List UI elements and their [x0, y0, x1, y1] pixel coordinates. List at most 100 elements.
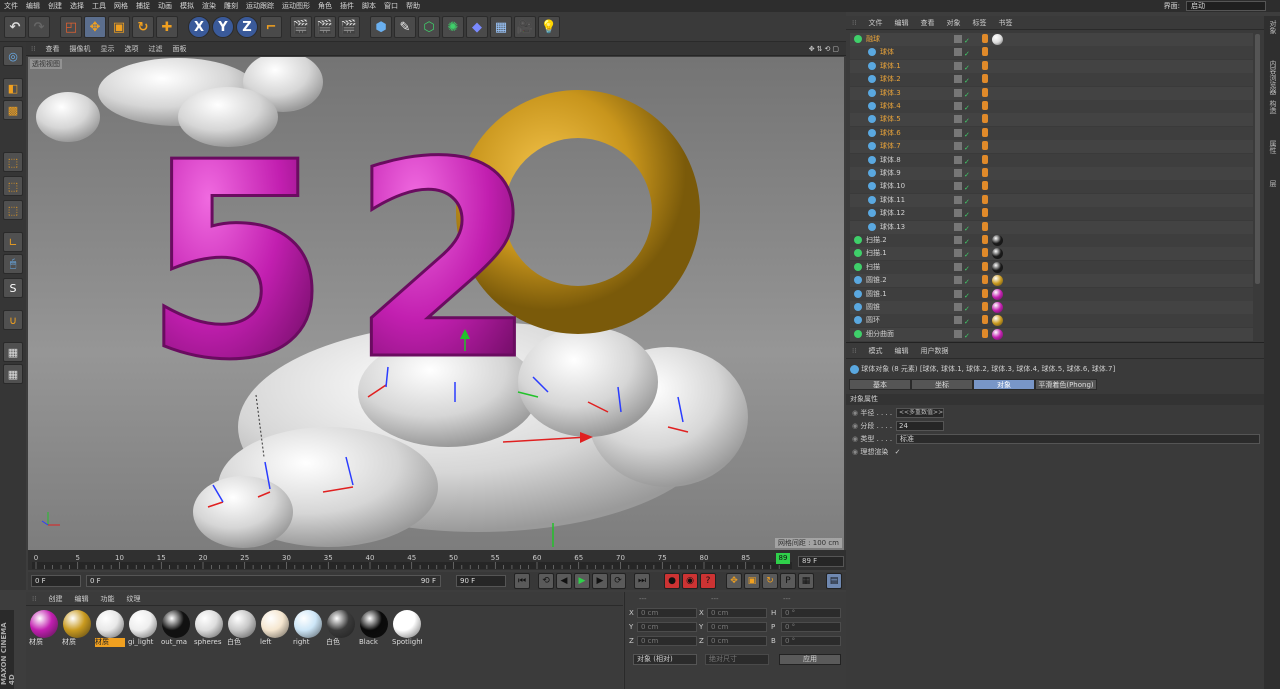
menu-item-10[interactable]: 雕刻 [220, 0, 242, 12]
material-tag-icon[interactable] [992, 302, 1003, 313]
scale-tool-icon[interactable]: ▣ [108, 16, 130, 38]
material-menu-item-2[interactable]: 功能 [94, 594, 120, 604]
record-keys-button[interactable]: ● [664, 573, 680, 589]
coord-value-field[interactable]: 0 ° [781, 608, 841, 618]
object-row[interactable]: 球体.8 ✓ [850, 153, 1253, 167]
menu-item-8[interactable]: 模拟 [176, 0, 198, 12]
material-swatch[interactable]: 材质 [62, 610, 92, 648]
segments-field[interactable]: 24 [896, 421, 944, 431]
visibility-flags[interactable]: ✓ [954, 128, 984, 139]
polygons-mode-icon[interactable]: ⬚ [3, 200, 23, 220]
phong-tag-icon[interactable] [982, 208, 988, 218]
material-menu-item-0[interactable]: 创建 [42, 594, 68, 604]
menu-item-12[interactable]: 运动图形 [278, 0, 314, 12]
menu-item-6[interactable]: 捕捉 [132, 0, 154, 12]
floor-icon[interactable]: ▦ [490, 16, 512, 38]
material-menu-item-1[interactable]: 编辑 [68, 594, 94, 604]
key-selection-button[interactable]: ? [700, 573, 716, 589]
object-row[interactable]: 球体.13 ✓ [850, 220, 1253, 234]
object-row[interactable]: 细分曲面 ✓ [850, 327, 1253, 341]
object-menu-item-1[interactable]: 编辑 [888, 18, 914, 28]
menu-item-9[interactable]: 渲染 [198, 0, 220, 12]
object-row[interactable]: 球体.10 ✓ [850, 180, 1253, 194]
phong-tag-icon[interactable] [982, 101, 988, 110]
attribute-menu-item-2[interactable]: 用户数据 [914, 346, 954, 356]
object-row[interactable]: 圆锥.1 ✓ [850, 287, 1253, 301]
add-tool-icon[interactable]: ✚ [156, 16, 178, 38]
phong-tag-icon[interactable] [982, 315, 988, 325]
side-tab-2[interactable]: 构造 [1266, 100, 1278, 114]
phong-tag-icon[interactable] [982, 34, 988, 43]
make-editable-icon[interactable]: ◎ [3, 46, 23, 66]
undo-button[interactable]: ↶ [4, 16, 26, 38]
material-tag-icon[interactable] [992, 248, 1003, 260]
magnet-icon[interactable]: ∪ [3, 310, 23, 330]
deformer-icon[interactable]: ◆ [466, 16, 488, 38]
material-swatch[interactable]: 白色 [227, 610, 257, 648]
material-swatch[interactable]: 材质 [29, 610, 59, 648]
visibility-flags[interactable]: ✓ [954, 303, 984, 313]
cloner-icon[interactable]: ✺ [442, 16, 464, 38]
coord-value-field[interactable]: 0 ° [781, 636, 841, 646]
visibility-flags[interactable]: ✓ [954, 209, 984, 219]
menu-item-11[interactable]: 运动跟踪 [242, 0, 278, 12]
viewport-menu-item-0[interactable]: 查看 [40, 44, 64, 54]
material-swatch[interactable]: right [293, 610, 323, 648]
side-tab-0[interactable]: 对象 [1266, 20, 1278, 34]
menu-item-3[interactable]: 选择 [66, 0, 88, 12]
phong-tag-icon[interactable] [982, 141, 988, 151]
texture-mode-icon[interactable]: ▩ [3, 100, 23, 120]
material-swatch[interactable]: Black [359, 610, 389, 648]
object-row[interactable]: 球体.4 ✓ [850, 100, 1253, 113]
viewport-menu-item-1[interactable]: 摄像机 [64, 44, 95, 54]
coord-value-field[interactable]: 0 cm [637, 622, 697, 632]
visibility-flags[interactable]: ✓ [954, 249, 984, 259]
phong-tag-icon[interactable] [982, 114, 988, 124]
visibility-flags[interactable]: ✓ [954, 115, 984, 125]
key-pla-button[interactable]: ▦ [798, 573, 814, 589]
size-mode-select[interactable]: 绝对尺寸 [705, 654, 769, 665]
phong-tag-icon[interactable] [982, 302, 988, 311]
object-row[interactable]: 圆环 ✓ [850, 314, 1253, 328]
timeline-ruler[interactable]: 0 5 10 15 20 25 30 35 40 45 50 55 60 65 70 75 80 85 89 89… [28, 550, 846, 570]
prev-key-button[interactable]: ⟲ [538, 573, 554, 589]
menu-item-5[interactable]: 网格 [110, 0, 132, 12]
next-frame-button[interactable]: ▶ [592, 573, 608, 589]
object-row[interactable]: 扫描 ✓ [850, 260, 1253, 274]
visibility-flags[interactable]: ✓ [954, 102, 984, 112]
object-menu-item-4[interactable]: 标签 [966, 18, 992, 28]
render-picture-viewer-icon[interactable]: 🎬 [314, 16, 336, 38]
phong-tag-icon[interactable] [982, 74, 988, 84]
object-scrollbar[interactable] [1255, 34, 1260, 284]
phong-tag-icon[interactable] [982, 194, 988, 204]
visibility-flags[interactable]: ✓ [954, 61, 984, 72]
next-key-button[interactable]: ⟳ [610, 573, 626, 589]
timeline-window-button[interactable]: ▤ [826, 573, 842, 589]
pen-spline-icon[interactable]: ✎ [394, 16, 416, 38]
move-tool-icon[interactable]: ✥ [84, 16, 106, 38]
live-selection-icon[interactable]: ◰ [60, 16, 82, 38]
object-row[interactable]: 球体.5 ✓ [850, 113, 1253, 127]
object-row[interactable]: 球体 ✓ [850, 46, 1253, 60]
coord-value-field[interactable]: 0 cm [637, 636, 697, 646]
menu-item-1[interactable]: 编辑 [22, 0, 44, 12]
object-row[interactable]: 球体.9 ✓ [850, 167, 1253, 180]
z-axis-icon[interactable]: Z [236, 16, 258, 38]
visibility-flags[interactable]: ✓ [954, 35, 984, 45]
visibility-flags[interactable]: ✓ [954, 75, 984, 85]
start-frame-field[interactable]: 0 F [31, 575, 81, 587]
visibility-flags[interactable]: ✓ [954, 48, 984, 58]
menu-item-0[interactable]: 文件 [0, 0, 22, 12]
radius-field[interactable]: <<多重数值>> [896, 408, 944, 418]
menu-item-17[interactable]: 帮助 [402, 0, 424, 12]
viewport-menu-item-3[interactable]: 选项 [119, 44, 143, 54]
material-swatch[interactable]: Spotlight [392, 610, 422, 648]
phong-tag-icon[interactable] [982, 288, 988, 298]
end-frame-field[interactable]: 90 F [456, 575, 506, 587]
object-row[interactable]: 融球 ✓ [850, 33, 1253, 46]
phong-tag-icon[interactable] [982, 47, 988, 57]
visibility-flags[interactable]: ✓ [954, 236, 984, 246]
coord-value-field[interactable]: 0 cm [707, 608, 767, 618]
phong-tag-icon[interactable] [982, 248, 988, 258]
auto-key-button[interactable]: ◉ [682, 573, 698, 589]
